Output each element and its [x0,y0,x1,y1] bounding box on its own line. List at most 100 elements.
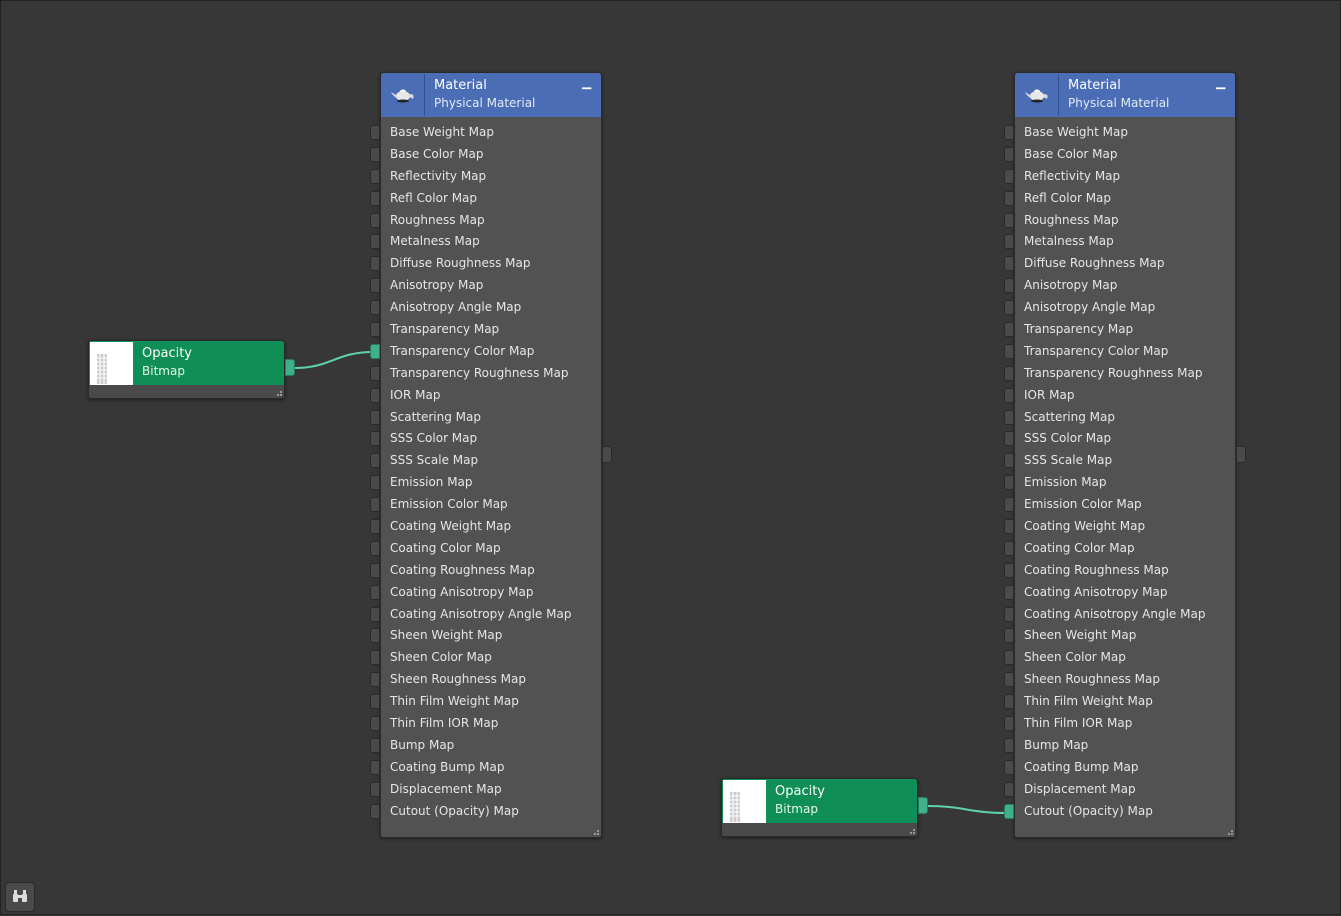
material-slot[interactable]: Transparency Roughness Map [370,363,601,385]
bitmap-output-socket[interactable] [918,797,928,814]
material-slot[interactable]: Emission Map [370,472,601,494]
input-socket[interactable] [370,300,380,316]
input-socket[interactable] [370,694,380,710]
material-slot[interactable]: Refl Color Map [1004,188,1235,210]
material-slot[interactable]: SSS Color Map [1004,428,1235,450]
bitmap-output-socket[interactable] [285,359,295,376]
input-socket[interactable] [1004,234,1014,250]
material-slot[interactable]: Anisotropy Map [370,275,601,297]
input-socket[interactable] [370,234,380,250]
material-slot[interactable]: IOR Map [1004,385,1235,407]
input-socket[interactable] [1004,300,1014,316]
material-slot[interactable]: Coating Roughness Map [370,560,601,582]
material-slot[interactable]: Cutout (Opacity) Map [1004,801,1235,823]
input-socket[interactable] [1004,628,1014,644]
input-socket[interactable] [370,606,380,622]
input-socket[interactable] [370,519,380,535]
material-slot[interactable]: Reflectivity Map [1004,166,1235,188]
input-socket[interactable] [370,803,380,819]
material-slot[interactable]: SSS Scale Map [1004,450,1235,472]
input-socket[interactable] [370,146,380,162]
material-slot[interactable]: Emission Map [1004,472,1235,494]
input-socket[interactable] [1004,694,1014,710]
input-socket[interactable] [370,584,380,600]
input-socket[interactable] [370,781,380,797]
material-slot[interactable]: SSS Scale Map [370,450,601,472]
input-socket[interactable] [1004,606,1014,622]
material-slot[interactable]: Sheen Roughness Map [1004,669,1235,691]
material-slot[interactable]: Metalness Map [370,231,601,253]
navigator-button[interactable] [5,882,35,912]
material-slot[interactable]: Sheen Weight Map [1004,625,1235,647]
material-slot[interactable]: Diffuse Roughness Map [1004,253,1235,275]
node-editor-canvas[interactable]: Material Physical Material − Base Weight… [0,0,1341,915]
input-socket[interactable] [370,453,380,469]
input-socket[interactable] [1004,343,1014,359]
material-slot[interactable]: Base Color Map [1004,144,1235,166]
material-node-left[interactable]: Material Physical Material − Base Weight… [370,72,612,838]
input-socket[interactable] [370,672,380,688]
material-slot[interactable]: SSS Color Map [370,428,601,450]
material-slot[interactable]: Transparency Roughness Map [1004,363,1235,385]
material-output-socket[interactable] [1236,446,1246,463]
bitmap-node-left[interactable]: Opacity Bitmap [88,340,295,399]
input-socket[interactable] [1004,365,1014,381]
input-socket[interactable] [370,190,380,206]
input-socket[interactable] [370,168,380,184]
input-socket[interactable] [1004,716,1014,732]
material-slot[interactable]: Transparency Color Map [370,341,601,363]
input-socket[interactable] [1004,431,1014,447]
material-slot[interactable]: Sheen Color Map [370,647,601,669]
input-socket[interactable] [370,387,380,403]
material-slot[interactable]: Anisotropy Map [1004,275,1235,297]
input-socket[interactable] [1004,781,1014,797]
input-socket[interactable] [370,497,380,513]
material-slot[interactable]: IOR Map [370,385,601,407]
input-socket[interactable] [1004,540,1014,556]
input-socket[interactable] [370,759,380,775]
input-socket[interactable] [1004,519,1014,535]
material-output-socket[interactable] [602,446,612,463]
collapse-button[interactable]: − [580,79,593,97]
input-socket[interactable] [370,409,380,425]
material-slot[interactable]: Bump Map [370,735,601,757]
material-slot[interactable]: Sheen Roughness Map [370,669,601,691]
material-slot[interactable]: Diffuse Roughness Map [370,253,601,275]
input-socket[interactable] [1004,497,1014,513]
material-slot[interactable]: Coating Weight Map [370,516,601,538]
input-socket[interactable] [370,540,380,556]
material-slot[interactable]: Scattering Map [370,407,601,429]
material-node-header[interactable]: Material Physical Material − [1015,73,1235,117]
input-socket[interactable] [1004,387,1014,403]
resize-grip[interactable] [1226,828,1233,835]
input-socket[interactable] [370,125,380,140]
material-slot[interactable]: Coating Anisotropy Map [1004,582,1235,604]
material-slot[interactable]: Base Weight Map [370,122,601,144]
input-socket[interactable] [370,737,380,753]
material-slot[interactable]: Refl Color Map [370,188,601,210]
material-slot[interactable]: Displacement Map [1004,779,1235,801]
input-socket[interactable] [370,562,380,578]
input-socket[interactable] [1004,256,1014,272]
material-slot[interactable]: Thin Film Weight Map [1004,691,1235,713]
input-socket[interactable] [370,212,380,228]
input-socket[interactable] [370,650,380,666]
resize-grip[interactable] [908,827,915,834]
material-slot[interactable]: Coating Bump Map [370,757,601,779]
input-socket[interactable] [1004,168,1014,184]
material-slot[interactable]: Coating Anisotropy Angle Map [1004,604,1235,626]
input-socket[interactable] [1004,475,1014,491]
material-slot[interactable]: Anisotropy Angle Map [1004,297,1235,319]
input-socket[interactable] [1004,322,1014,338]
input-socket[interactable] [370,628,380,644]
material-slot[interactable]: Scattering Map [1004,407,1235,429]
input-socket[interactable] [1004,125,1014,140]
input-socket[interactable] [370,716,380,732]
material-slot[interactable]: Sheen Weight Map [370,625,601,647]
material-slot[interactable]: Thin Film IOR Map [1004,713,1235,735]
input-socket[interactable] [370,365,380,381]
input-socket[interactable] [1004,212,1014,228]
material-slot[interactable]: Coating Roughness Map [1004,560,1235,582]
material-slot[interactable]: Transparency Map [370,319,601,341]
resize-grip[interactable] [592,828,599,835]
